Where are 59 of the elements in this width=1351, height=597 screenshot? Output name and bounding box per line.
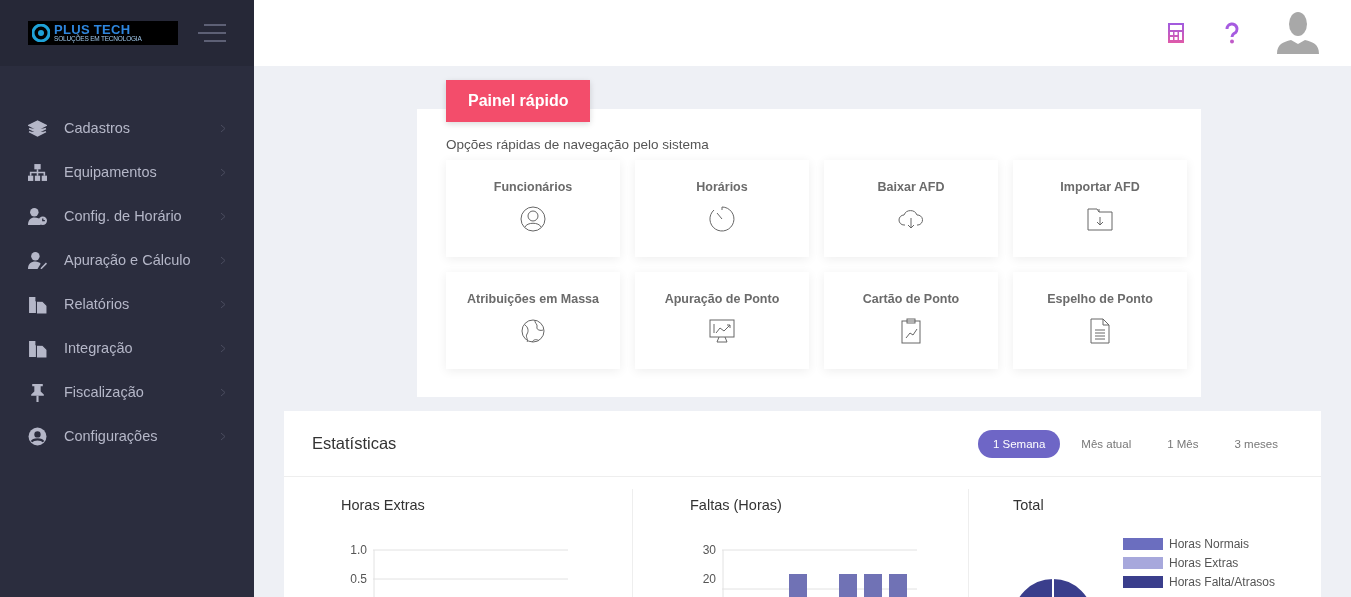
shortcut-tile[interactable]: Atribuições em Massa	[446, 272, 620, 369]
period-tab[interactable]: 3 meses	[1219, 429, 1293, 458]
shortcut-icon	[1087, 318, 1113, 344]
shortcut-icon	[520, 206, 546, 232]
menu-item-icon	[28, 382, 47, 402]
shortcut-icon	[898, 318, 924, 344]
legend-label: Horas Falta/Atrasos	[1169, 575, 1276, 589]
shortcut-icon	[1087, 206, 1113, 232]
chevron-icon	[220, 343, 226, 353]
sidebar-item[interactable]: Config. de Horário	[0, 194, 254, 238]
legend-label: Horas Normais	[1169, 537, 1249, 551]
chevron-icon	[220, 211, 226, 221]
menu-item-icon	[28, 294, 47, 314]
chevron-icon	[220, 123, 226, 133]
chevron-icon	[220, 255, 226, 265]
sidebar-item[interactable]: Fiscalização	[0, 370, 254, 414]
menu-item-icon	[28, 426, 47, 446]
menu-item-icon	[28, 206, 47, 226]
shortcut-tile[interactable]: Horários	[635, 160, 809, 257]
menu-item-icon	[28, 162, 47, 182]
sidebar-item[interactable]: Integração	[0, 326, 254, 370]
panel-tag: Painel rápido	[446, 80, 591, 122]
sidebar-item[interactable]: Cadastros	[0, 106, 254, 150]
chart-title: Faltas (Horas)	[690, 497, 783, 513]
sidebar-item[interactable]: Equipamentos	[0, 150, 254, 194]
period-tab[interactable]: 1 Semana	[977, 429, 1061, 458]
shortcut-tile[interactable]: Apuração de Ponto	[635, 272, 809, 369]
sidebar-item[interactable]: Configurações	[0, 414, 254, 458]
period-tab[interactable]: Mês atual	[1066, 429, 1147, 458]
shortcut-tile[interactable]: Espelho de Ponto	[1013, 272, 1187, 369]
shortcut-tile[interactable]: Baixar AFD	[824, 160, 998, 257]
period-tab[interactable]: 1 Mês	[1152, 429, 1214, 458]
legend-label: Horas Extras	[1169, 556, 1239, 570]
menu-item-icon	[28, 338, 47, 358]
panel-subtitle: Opções rápidas de navegação pelo sistema	[446, 137, 710, 152]
shortcut-icon	[520, 318, 546, 344]
chevron-icon	[220, 299, 226, 309]
menu-item-icon	[28, 118, 47, 138]
user-avatar-icon[interactable]	[1277, 12, 1319, 54]
chevron-icon	[220, 167, 226, 177]
card-title: Estatísticas	[312, 434, 397, 453]
chart-title: Horas Extras	[341, 497, 426, 513]
chevron-icon	[220, 387, 226, 397]
axis-tick-label: 20	[701, 571, 716, 587]
shortcut-tile[interactable]: Importar AFD	[1013, 160, 1187, 257]
shortcut-icon	[709, 206, 735, 232]
shortcut-tile[interactable]: Funcionários	[446, 160, 620, 257]
axis-tick-label: 1.0	[349, 542, 367, 558]
chart-title: Total	[1013, 497, 1045, 513]
calculator-icon[interactable]	[1165, 22, 1187, 44]
axis-tick-label: 0.5	[349, 571, 367, 587]
shortcut-icon	[709, 318, 735, 344]
axis-tick-label: 30	[701, 542, 716, 558]
chevron-icon	[220, 431, 226, 441]
shortcut-tile[interactable]: Cartão de Ponto	[824, 272, 998, 369]
menu-icon[interactable]	[198, 23, 226, 43]
menu-item-icon	[28, 250, 47, 270]
sidebar-item[interactable]: Relatórios	[0, 282, 254, 326]
sidebar-item[interactable]: Apuração e Cálculo	[0, 238, 254, 282]
